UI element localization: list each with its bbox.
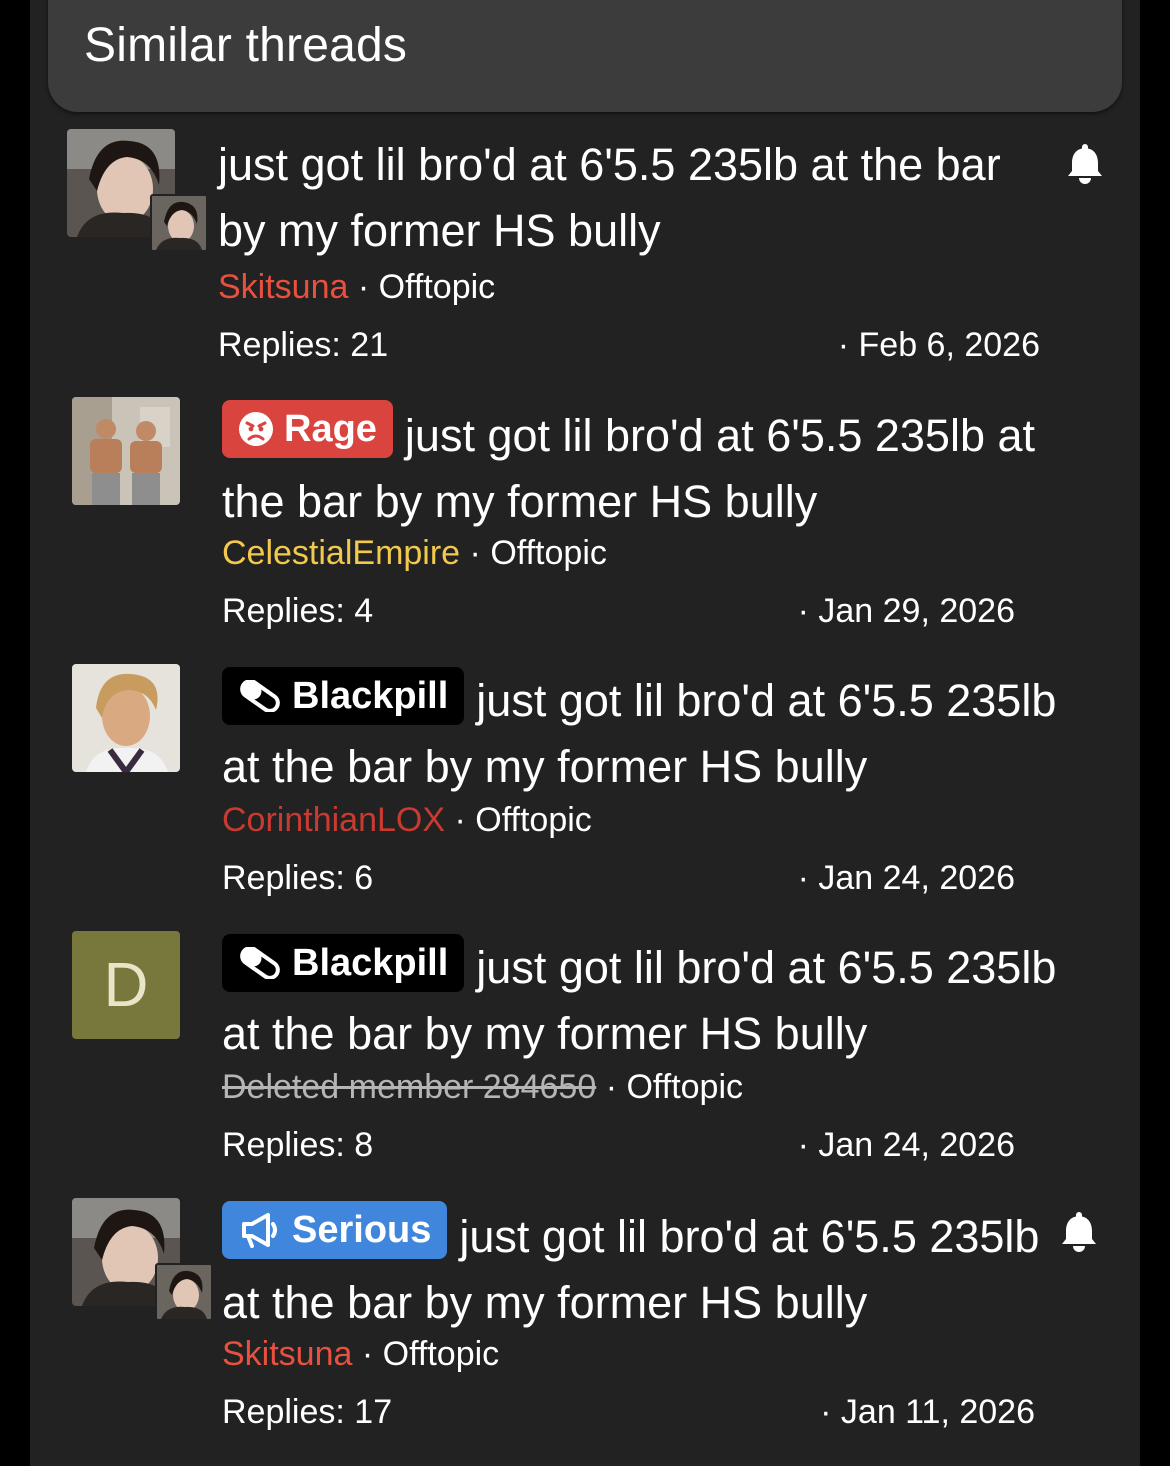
thread-date[interactable]: · Feb 6, 2026 [790, 326, 1040, 365]
thread-date[interactable]: · Jan 24, 2026 [760, 1126, 1015, 1165]
thread-date[interactable]: · Jan 24, 2026 [760, 859, 1015, 898]
pill-icon [240, 680, 280, 712]
replies-count: Replies: 4 [222, 592, 374, 630]
section-title: Similar threads [84, 19, 408, 72]
meta-separator: · [454, 801, 466, 839]
thread-title[interactable]: Blackpill just got lil bro'd at 6'5.5 23… [222, 667, 1082, 800]
thread-date[interactable]: · Jan 11, 2026 [780, 1393, 1035, 1432]
thread-meta: CorinthianLOX · Offtopic [222, 801, 592, 840]
prefix-badge-blackpill[interactable]: Blackpill [222, 667, 465, 725]
user-mini-avatar[interactable] [150, 194, 208, 252]
thread-meta: Deleted member 284650 · Offtopic [222, 1068, 743, 1107]
replies-count: Replies: 6 [222, 859, 374, 897]
replies-count: Replies: 17 [222, 1393, 393, 1431]
user-avatar[interactable] [72, 664, 180, 772]
thread-title[interactable]: Blackpill just got lil bro'd at 6'5.5 23… [222, 934, 1082, 1067]
angry-face-icon [239, 412, 273, 446]
replies-count: Replies: 8 [222, 1126, 374, 1164]
prefix-label: Rage [284, 408, 377, 450]
prefix-badge-rage[interactable]: Rage [222, 400, 393, 458]
forum-link[interactable]: Offtopic [626, 1068, 743, 1106]
thread-date[interactable]: · Jan 29, 2026 [760, 592, 1015, 631]
similar-threads-header: Similar threads [48, 0, 1122, 112]
author-link[interactable]: CelestialEmpire [222, 534, 460, 572]
prefix-badge-blackpill[interactable]: Blackpill [222, 934, 465, 992]
thread-meta: Skitsuna · Offtopic [222, 1335, 499, 1374]
thread-meta: CelestialEmpire · Offtopic [222, 534, 607, 573]
prefix-label: Serious [292, 1209, 432, 1251]
thread-meta: Skitsuna · Offtopic [218, 268, 495, 307]
meta-separator: · [605, 1068, 618, 1106]
forum-link[interactable]: Offtopic [383, 1335, 500, 1373]
replies-count: Replies: 21 [218, 326, 389, 364]
thread-title[interactable]: Rage just got lil bro'd at 6'5.5 235lb a… [222, 400, 1082, 535]
user-avatar-letter[interactable]: D [72, 931, 180, 1039]
thread-title[interactable]: just got lil bro'd at 6'5.5 235lb at the… [218, 132, 1038, 264]
prefix-label: Blackpill [292, 942, 449, 984]
forum-link[interactable]: Offtopic [490, 534, 607, 572]
bell-icon[interactable] [1065, 141, 1105, 185]
avatar-letter: D [103, 950, 149, 1020]
meta-separator: · [469, 534, 481, 572]
user-avatar[interactable] [72, 397, 180, 505]
author-link[interactable]: Skitsuna [218, 268, 348, 306]
meta-separator: · [361, 1335, 374, 1373]
pill-icon [240, 947, 280, 979]
author-link[interactable]: Skitsuna [222, 1335, 352, 1373]
author-deleted: Deleted member 284650 [222, 1068, 597, 1106]
forum-link[interactable]: Offtopic [379, 268, 496, 306]
prefix-badge-serious[interactable]: Serious [222, 1201, 448, 1259]
user-mini-avatar[interactable] [155, 1263, 213, 1321]
author-link[interactable]: CorinthianLOX [222, 801, 445, 839]
bell-icon[interactable] [1059, 1209, 1099, 1253]
prefix-label: Blackpill [292, 675, 449, 717]
megaphone-icon [242, 1213, 277, 1248]
forum-link[interactable]: Offtopic [475, 801, 592, 839]
thread-title-link[interactable]: just got lil bro'd at 6'5.5 235lb at the… [218, 139, 1001, 256]
thread-title[interactable]: Serious just got lil bro'd at 6'5.5 235l… [222, 1201, 1062, 1336]
meta-separator: · [357, 268, 370, 306]
